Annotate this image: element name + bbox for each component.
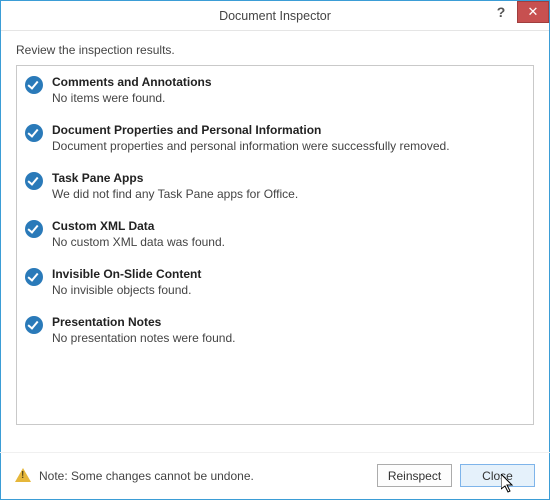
result-texts: Invisible On-Slide Content No invisible … [52,267,523,297]
result-description: No presentation notes were found. [52,331,523,345]
result-title: Task Pane Apps [52,171,523,185]
result-texts: Presentation Notes No presentation notes… [52,315,523,345]
footer-note: Note: Some changes cannot be undone. [39,469,369,483]
result-description: No custom XML data was found. [52,235,523,249]
result-description: No items were found. [52,91,523,105]
result-texts: Document Properties and Personal Informa… [52,123,523,153]
checkmark-icon [25,220,43,238]
result-title: Presentation Notes [52,315,523,329]
window-controls: ? ✕ [485,1,549,23]
result-title: Comments and Annotations [52,75,523,89]
result-description: We did not find any Task Pane apps for O… [52,187,523,201]
result-item: Task Pane Apps We did not find any Task … [17,162,533,210]
result-description: No invisible objects found. [52,283,523,297]
checkmark-icon [25,268,43,286]
result-title: Document Properties and Personal Informa… [52,123,523,137]
results-list: Comments and Annotations No items were f… [16,65,534,425]
checkmark-icon [25,124,43,142]
dialog-footer: Note: Some changes cannot be undone. Rei… [0,452,550,500]
result-item: Document Properties and Personal Informa… [17,114,533,162]
close-button[interactable]: Close [460,464,535,487]
result-description: Document properties and personal informa… [52,139,523,153]
dialog-content: Review the inspection results. Comments … [1,31,549,425]
result-title: Invisible On-Slide Content [52,267,523,281]
result-texts: Comments and Annotations No items were f… [52,75,523,105]
result-item: Invisible On-Slide Content No invisible … [17,258,533,306]
result-item: Presentation Notes No presentation notes… [17,306,533,354]
warning-icon [15,468,31,484]
reinspect-button[interactable]: Reinspect [377,464,452,487]
checkmark-icon [25,76,43,94]
checkmark-icon [25,316,43,334]
window-title: Document Inspector [1,9,549,23]
result-texts: Task Pane Apps We did not find any Task … [52,171,523,201]
result-texts: Custom XML Data No custom XML data was f… [52,219,523,249]
checkmark-icon [25,172,43,190]
help-button[interactable]: ? [485,1,517,23]
close-window-button[interactable]: ✕ [517,1,549,23]
result-title: Custom XML Data [52,219,523,233]
result-item: Custom XML Data No custom XML data was f… [17,210,533,258]
titlebar: Document Inspector ? ✕ [1,1,549,31]
result-item: Comments and Annotations No items were f… [17,66,533,114]
instruction-text: Review the inspection results. [16,43,534,57]
